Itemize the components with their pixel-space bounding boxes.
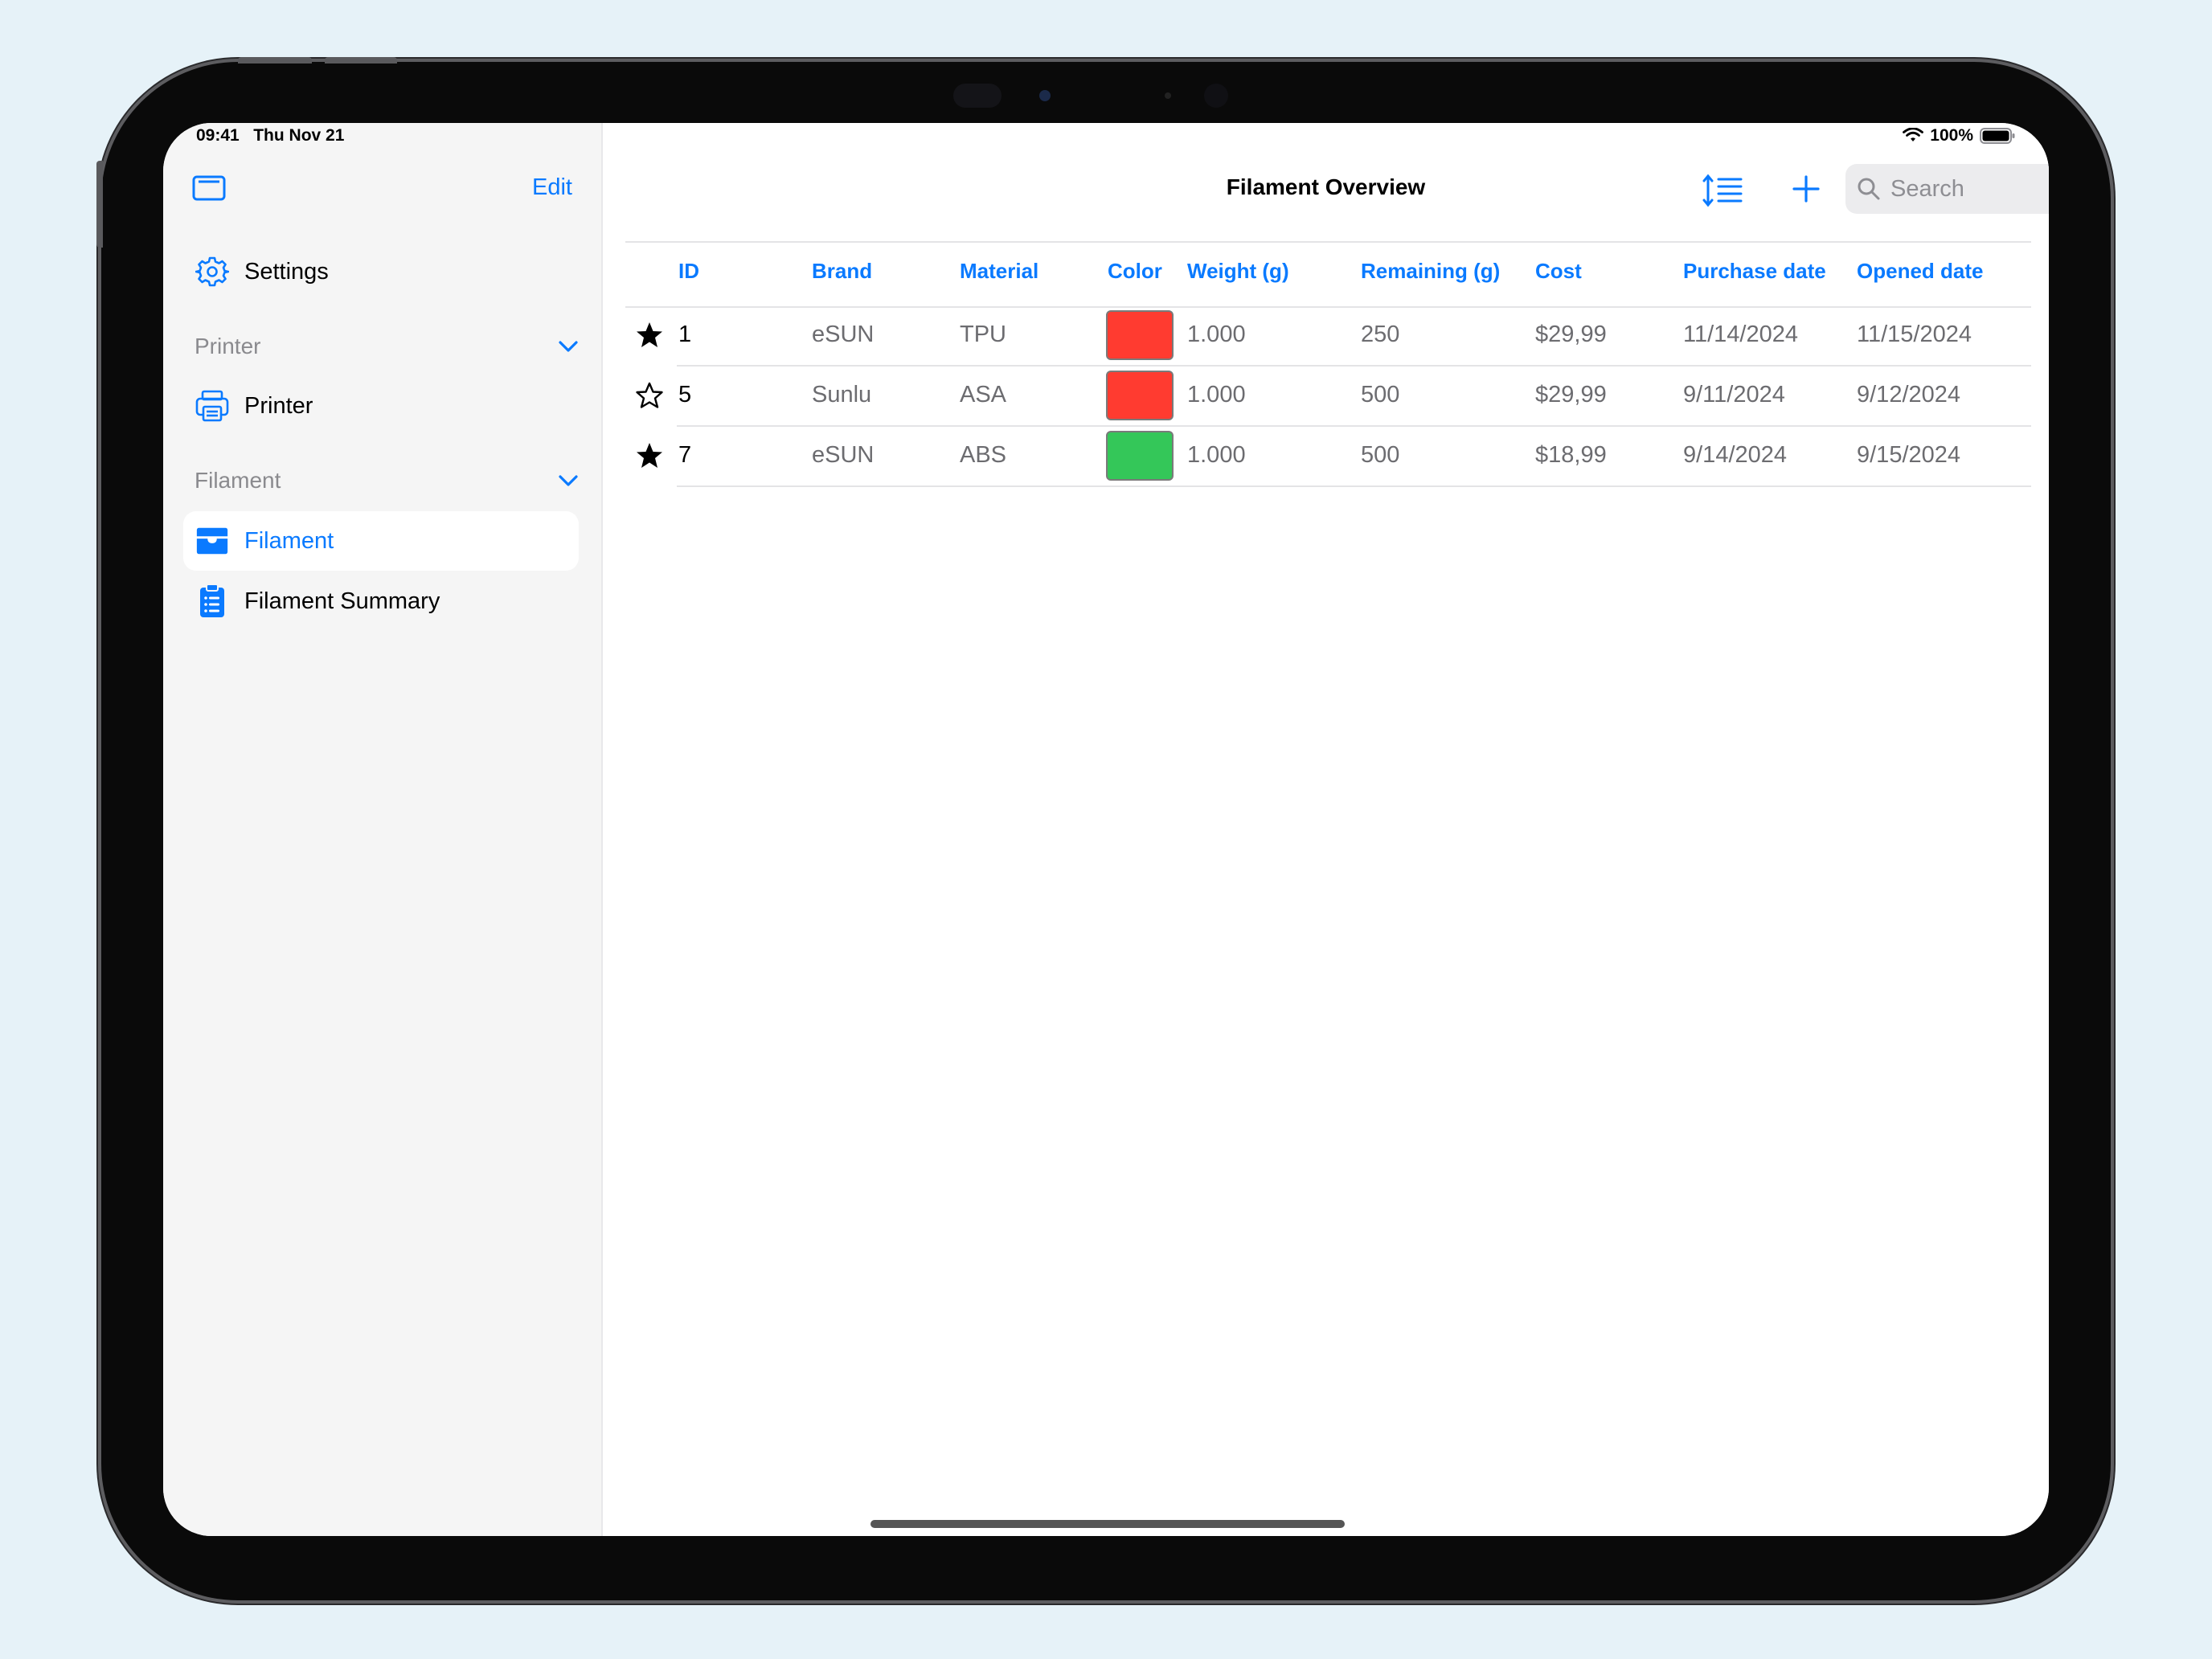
cell-cost: $29,99 [1535, 322, 1607, 347]
cell-opened-date: 11/15/2024 [1857, 322, 1972, 347]
column-header-color[interactable]: Color [1108, 259, 1162, 284]
cell-id: 7 [678, 442, 692, 468]
cell-weight: 1.000 [1187, 382, 1246, 408]
column-header-weight[interactable]: Weight (g) [1187, 259, 1289, 284]
star-filled-icon[interactable] [635, 321, 664, 350]
star-outline-icon[interactable] [635, 381, 664, 410]
section-header-filament[interactable]: Filament [195, 461, 579, 501]
cell-brand: eSUN [812, 442, 875, 468]
cell-cost: $29,99 [1535, 382, 1607, 408]
table-row[interactable]: 1 eSUN TPU 1.000 250 $29,99 11/14/2024 1… [625, 306, 2031, 367]
sidebar-item-label: Filament Summary [244, 588, 440, 614]
main-content: 100% Filament Overview Search ID Brand M… [603, 123, 2049, 1536]
battery-percent: 100% [1930, 126, 1973, 145]
cell-id: 1 [678, 322, 692, 347]
column-header-brand[interactable]: Brand [812, 259, 872, 284]
cell-material: ASA [960, 382, 1007, 408]
cell-material: TPU [960, 322, 1006, 347]
column-header-opened-date[interactable]: Opened date [1857, 259, 1983, 284]
section-title: Filament [195, 468, 281, 493]
top-button [238, 57, 312, 63]
search-icon [1858, 178, 1880, 200]
tray-icon [195, 523, 230, 559]
search-input[interactable] [1889, 174, 2049, 203]
status-indicators: 100% [1903, 126, 2015, 145]
row-divider [677, 485, 2031, 487]
sensor [1204, 84, 1228, 108]
cell-purchase-date: 9/11/2024 [1683, 382, 1785, 408]
add-icon[interactable] [1792, 174, 1821, 203]
column-header-purchase-date[interactable]: Purchase date [1683, 259, 1826, 284]
side-button [96, 161, 103, 248]
clipboard-icon [195, 584, 230, 619]
battery-icon [1980, 128, 2015, 144]
sort-icon[interactable] [1702, 173, 1744, 208]
column-header-remaining[interactable]: Remaining (g) [1361, 259, 1500, 284]
sidebar-item-settings[interactable]: Settings [183, 242, 579, 301]
status-time: 09:41 Thu Nov 21 [196, 126, 345, 145]
cell-purchase-date: 11/14/2024 [1683, 322, 1798, 347]
printer-icon [195, 388, 230, 424]
cell-brand: eSUN [812, 322, 875, 347]
sidebar-toggle-icon[interactable] [192, 175, 226, 201]
chevron-down-icon [559, 341, 578, 352]
color-swatch [1106, 310, 1174, 360]
cell-remaining: 500 [1361, 382, 1400, 408]
color-swatch [1106, 371, 1174, 420]
star-filled-icon[interactable] [635, 441, 664, 470]
top-button [325, 57, 397, 63]
cell-id: 5 [678, 382, 692, 408]
cell-purchase-date: 9/14/2024 [1683, 442, 1788, 468]
home-indicator[interactable] [870, 1520, 1345, 1528]
section-header-printer[interactable]: Printer [195, 326, 579, 367]
column-header-material[interactable]: Material [960, 259, 1038, 284]
table-row[interactable]: 7 eSUN ABS 1.000 500 $18,99 9/14/2024 9/… [625, 427, 2031, 487]
sidebar-item-label: Settings [244, 258, 329, 285]
sidebar-item-label: Filament [244, 527, 334, 554]
sidebar: 09:41 Thu Nov 21 Edit Settings Printer P… [163, 123, 603, 1536]
cell-weight: 1.000 [1187, 322, 1246, 347]
sidebar-item-printer[interactable]: Printer [183, 376, 579, 436]
cell-cost: $18,99 [1535, 442, 1607, 468]
cell-remaining: 500 [1361, 442, 1400, 468]
table-row[interactable]: 5 Sunlu ASA 1.000 500 $29,99 9/11/2024 9… [625, 367, 2031, 427]
column-header-cost[interactable]: Cost [1535, 259, 1582, 284]
search-field[interactable] [1845, 164, 2049, 214]
sidebar-item-filament-summary[interactable]: Filament Summary [183, 571, 579, 631]
camera-lens [1039, 90, 1051, 101]
wifi-icon [1903, 128, 1924, 141]
cell-remaining: 250 [1361, 322, 1400, 347]
cell-opened-date: 9/15/2024 [1857, 442, 1961, 468]
cell-material: ABS [960, 442, 1007, 468]
section-title: Printer [195, 334, 261, 358]
color-swatch [1106, 431, 1174, 481]
column-header-id[interactable]: ID [678, 259, 699, 284]
sensor [1165, 92, 1171, 99]
edit-button[interactable]: Edit [532, 174, 572, 201]
cell-opened-date: 9/12/2024 [1857, 382, 1961, 408]
cell-brand: Sunlu [812, 382, 872, 408]
sidebar-item-filament[interactable]: Filament [183, 511, 579, 571]
sidebar-item-label: Printer [244, 392, 313, 419]
camera-housing [953, 84, 1002, 108]
page-title: Filament Overview [1226, 174, 1426, 199]
gear-icon [195, 254, 230, 289]
table-header: ID Brand Material Color Weight (g) Remai… [625, 241, 2031, 308]
cell-weight: 1.000 [1187, 442, 1246, 468]
chevron-down-icon [559, 475, 578, 486]
screen: 09:41 Thu Nov 21 Edit Settings Printer P… [163, 123, 2049, 1536]
